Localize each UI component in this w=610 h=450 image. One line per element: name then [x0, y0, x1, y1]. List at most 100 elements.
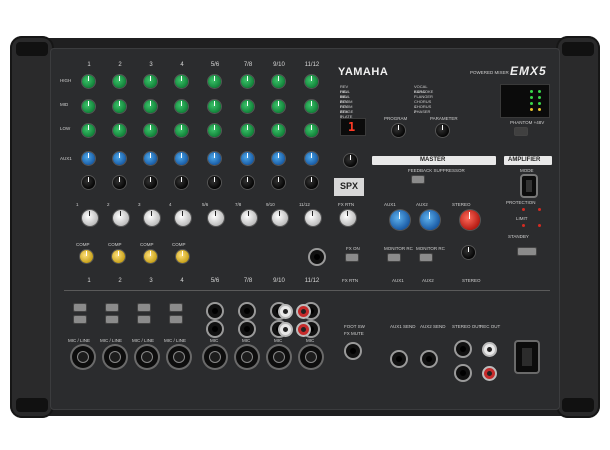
pad-switch[interactable]	[106, 304, 118, 311]
comp-knob[interactable]	[80, 250, 93, 263]
stereo-out-r-jack[interactable]	[456, 366, 470, 380]
fx-rtn-level-knob[interactable]	[340, 210, 356, 226]
channel-level-knob[interactable]	[208, 210, 224, 226]
fx-send-knob[interactable]	[241, 176, 254, 189]
aux-input-jack[interactable]	[310, 250, 324, 264]
eq-high-knob[interactable]	[305, 75, 318, 88]
eq-high-knob[interactable]	[241, 75, 254, 88]
channel-level-knob[interactable]	[82, 210, 98, 226]
fx-send-knob[interactable]	[175, 176, 188, 189]
eq-high-knob[interactable]	[272, 75, 285, 88]
phantom-power-button[interactable]	[515, 128, 527, 135]
mic-line-combo-jack[interactable]	[104, 346, 126, 368]
aux-knob[interactable]	[241, 152, 254, 165]
eq-low-knob[interactable]	[305, 124, 318, 137]
eq-low-knob[interactable]	[113, 124, 126, 137]
channel-level-knob[interactable]	[305, 210, 321, 226]
eq-low-knob[interactable]	[144, 124, 157, 137]
rec-out-l-rca[interactable]	[484, 344, 495, 355]
eq-mid-knob[interactable]	[305, 100, 318, 113]
mic-xlr-jack[interactable]	[236, 346, 258, 368]
channel-level-knob[interactable]	[241, 210, 257, 226]
eq-high-knob[interactable]	[82, 75, 95, 88]
standby-button[interactable]	[518, 248, 536, 255]
channel-level-knob[interactable]	[175, 210, 191, 226]
eq-high-knob[interactable]	[175, 75, 188, 88]
eq-mid-knob[interactable]	[113, 100, 126, 113]
feedback-suppressor-button[interactable]	[412, 176, 424, 183]
foot-switch-jack[interactable]	[346, 344, 360, 358]
fx-send-knob[interactable]	[305, 176, 318, 189]
comp-knob[interactable]	[112, 250, 125, 263]
rca-input-r[interactable]	[298, 306, 309, 317]
eq-mid-knob[interactable]	[144, 100, 157, 113]
mic-line-combo-jack[interactable]	[136, 346, 158, 368]
mic-xlr-jack[interactable]	[300, 346, 322, 368]
hpf-switch[interactable]	[74, 316, 86, 323]
aux-knob[interactable]	[305, 152, 318, 165]
hpf-switch[interactable]	[138, 316, 150, 323]
pad-switch[interactable]	[74, 304, 86, 311]
stereo-out-l-jack[interactable]	[456, 342, 470, 356]
aux2-master-knob[interactable]	[420, 210, 440, 230]
comp-knob[interactable]	[176, 250, 189, 263]
line-input-jack[interactable]	[240, 322, 254, 336]
channel-level-knob[interactable]	[272, 210, 288, 226]
aux-knob[interactable]	[144, 152, 157, 165]
eq-high-knob[interactable]	[113, 75, 126, 88]
eq-low-knob[interactable]	[272, 124, 285, 137]
fx-on-button[interactable]	[346, 254, 358, 261]
hpf-switch[interactable]	[170, 316, 182, 323]
pad-switch[interactable]	[170, 304, 182, 311]
fx-send-knob[interactable]	[272, 176, 285, 189]
comp-knob[interactable]	[144, 250, 157, 263]
eq-low-knob[interactable]	[82, 124, 95, 137]
fx-send-knob[interactable]	[113, 176, 126, 189]
aux2-send-jack[interactable]	[422, 352, 436, 366]
eq-low-knob[interactable]	[175, 124, 188, 137]
hpf-switch[interactable]	[106, 316, 118, 323]
line-input-jack[interactable]	[208, 304, 222, 318]
mic-xlr-jack[interactable]	[204, 346, 226, 368]
line-input-jack[interactable]	[208, 322, 222, 336]
eq-mid-knob[interactable]	[82, 100, 95, 113]
rec-out-r-rca[interactable]	[484, 368, 495, 379]
power-switch[interactable]	[516, 342, 538, 372]
eq-mid-knob[interactable]	[208, 100, 221, 113]
stereo-master-knob[interactable]	[460, 210, 480, 230]
rca-input-r[interactable]	[298, 324, 309, 335]
pad-switch[interactable]	[138, 304, 150, 311]
aux-knob[interactable]	[82, 152, 95, 165]
aux1-master-knob[interactable]	[390, 210, 410, 230]
eq-high-knob[interactable]	[208, 75, 221, 88]
fx-send-knob[interactable]	[144, 176, 157, 189]
eq-mid-knob[interactable]	[241, 100, 254, 113]
monitor-r-button[interactable]	[388, 254, 400, 261]
mic-line-combo-jack[interactable]	[168, 346, 190, 368]
eq-high-knob[interactable]	[144, 75, 157, 88]
aux1-send-jack[interactable]	[392, 352, 406, 366]
line-input-jack[interactable]	[240, 304, 254, 318]
rca-input-l[interactable]	[280, 324, 291, 335]
channel-level-knob[interactable]	[113, 210, 129, 226]
rca-input-l[interactable]	[280, 306, 291, 317]
aux-knob[interactable]	[175, 152, 188, 165]
eq-low-knob[interactable]	[241, 124, 254, 137]
fx-send-knob[interactable]	[82, 176, 95, 189]
aux-knob[interactable]	[208, 152, 221, 165]
eq-low-knob[interactable]	[208, 124, 221, 137]
fx-send-knob[interactable]	[208, 176, 221, 189]
aux-knob[interactable]	[272, 152, 285, 165]
mic-line-combo-jack[interactable]	[72, 346, 94, 368]
program-knob[interactable]	[392, 124, 405, 137]
monitor-level-knob[interactable]	[462, 246, 475, 259]
aux-knob[interactable]	[113, 152, 126, 165]
monitor-b-button[interactable]	[420, 254, 432, 261]
channel-level-knob[interactable]	[144, 210, 160, 226]
eq-mid-knob[interactable]	[175, 100, 188, 113]
eq-mid-knob[interactable]	[272, 100, 285, 113]
fx-knob[interactable]	[344, 154, 357, 167]
mic-xlr-jack[interactable]	[268, 346, 290, 368]
parameter-knob[interactable]	[436, 124, 449, 137]
amp-mode-switch[interactable]	[522, 176, 536, 196]
